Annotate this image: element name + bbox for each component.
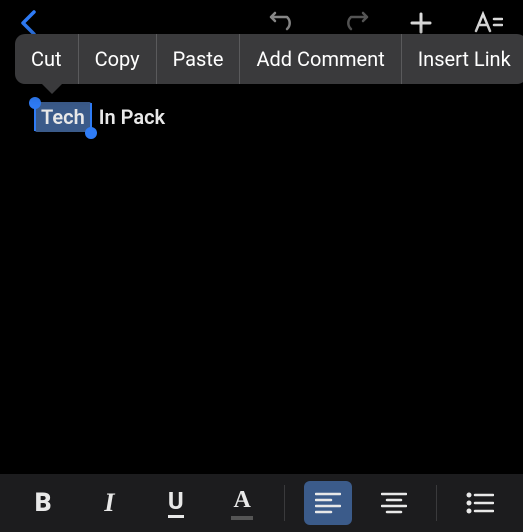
text-color-icon: A (231, 487, 253, 520)
italic-button[interactable]: I (85, 481, 133, 525)
align-left-icon (315, 492, 341, 514)
text-color-button[interactable]: A (218, 481, 266, 525)
selection-handle-start[interactable] (29, 97, 41, 109)
underline-icon: U (168, 489, 184, 518)
bullet-list-button[interactable] (456, 481, 504, 525)
bold-icon: B (35, 488, 52, 518)
add-comment-button[interactable]: Add Comment (240, 34, 400, 84)
document-area[interactable]: Tech In Pack (0, 45, 523, 474)
back-icon[interactable] (20, 10, 36, 36)
copy-button[interactable]: Copy (79, 34, 156, 84)
document-text: In Pack (99, 105, 165, 129)
align-left-button[interactable] (304, 481, 352, 525)
redo-icon[interactable] (339, 11, 369, 35)
selection-handle-end[interactable] (85, 127, 97, 139)
context-menu: Cut Copy Paste Add Comment Insert Link (15, 34, 523, 84)
bold-button[interactable]: B (19, 481, 67, 525)
paste-button[interactable]: Paste (157, 34, 240, 84)
selected-text: Tech (35, 102, 91, 132)
text-format-icon[interactable] (473, 11, 503, 35)
italic-icon: I (104, 488, 114, 518)
undo-icon[interactable] (269, 11, 299, 35)
menu-pointer (42, 84, 62, 94)
bullet-list-icon (466, 492, 494, 514)
text-line[interactable]: Tech In Pack (35, 105, 165, 129)
toolbar-separator (436, 485, 437, 521)
underline-button[interactable]: U (152, 481, 200, 525)
plus-icon[interactable] (409, 11, 433, 35)
text-selection[interactable]: Tech (35, 105, 91, 129)
align-center-button[interactable] (370, 481, 418, 525)
format-toolbar: B I U A (0, 474, 523, 532)
toolbar-separator (284, 485, 285, 521)
cut-button[interactable]: Cut (15, 34, 78, 84)
insert-link-button[interactable]: Insert Link (402, 34, 523, 84)
align-center-icon (381, 492, 407, 514)
